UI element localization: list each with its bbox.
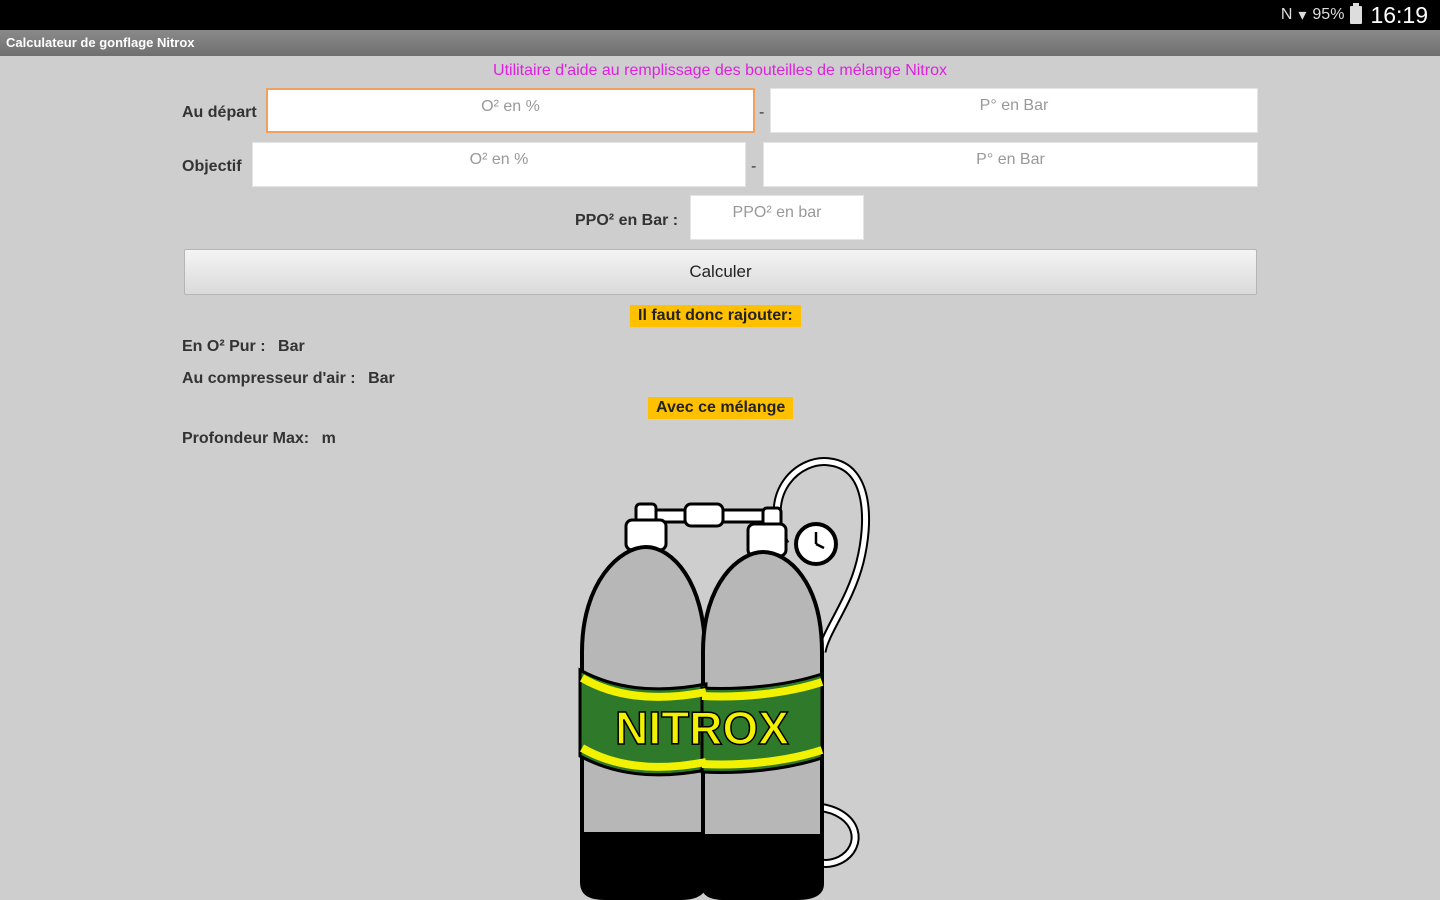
nitrox-label: NITROX xyxy=(615,702,789,754)
air-label: Au compresseur d'air : xyxy=(182,370,356,387)
pure-o2-result: En O² Pur : Bar xyxy=(182,338,313,356)
ppo2-input[interactable]: PPO² en bar xyxy=(690,195,864,240)
depth-label: Profondeur Max: xyxy=(182,430,310,447)
calculate-button[interactable]: Calculer xyxy=(184,249,1257,295)
battery-icon xyxy=(1350,3,1363,24)
air-unit: Bar xyxy=(368,370,395,387)
depth-unit: m xyxy=(321,430,336,447)
start-label: Au départ xyxy=(182,104,257,121)
pure-o2-label: En O² Pur : xyxy=(182,338,266,355)
pure-o2-unit: Bar xyxy=(278,338,305,355)
app-bar: Calculateur de gonflage Nitrox xyxy=(0,30,1440,56)
add-heading: Il faut donc rajouter: xyxy=(630,305,801,327)
start-pressure-input[interactable]: P° en Bar xyxy=(770,88,1258,133)
mix-heading: Avec ce mélange xyxy=(648,397,794,419)
app-title: Calculateur de gonflage Nitrox xyxy=(6,35,195,50)
ppo2-label: PPO² en Bar : xyxy=(575,212,679,229)
status-icons: N ▾ 95% 16:19 xyxy=(1281,2,1428,28)
nfc-icon: N xyxy=(1280,6,1293,23)
start-separator: - xyxy=(759,104,765,121)
clock: 16:19 xyxy=(1370,1,1428,28)
app-subtitle: Utilitaire d'aide au remplissage des bou… xyxy=(493,62,947,79)
target-label: Objectif xyxy=(182,158,242,175)
depth-result: Profondeur Max: m xyxy=(182,430,344,448)
battery-level: 95% xyxy=(1312,6,1345,23)
target-separator: - xyxy=(751,158,757,175)
wifi-icon: ▾ xyxy=(1298,7,1307,24)
target-o2-input[interactable]: O² en % xyxy=(252,142,746,187)
start-o2-input[interactable]: O² en % xyxy=(266,88,755,133)
air-result: Au compresseur d'air : Bar xyxy=(182,370,403,388)
status-bar: N ▾ 95% 16:19 xyxy=(0,0,1440,30)
target-pressure-input[interactable]: P° en Bar xyxy=(763,142,1258,187)
nitrox-tanks-illustration: NITROX xyxy=(578,457,871,900)
